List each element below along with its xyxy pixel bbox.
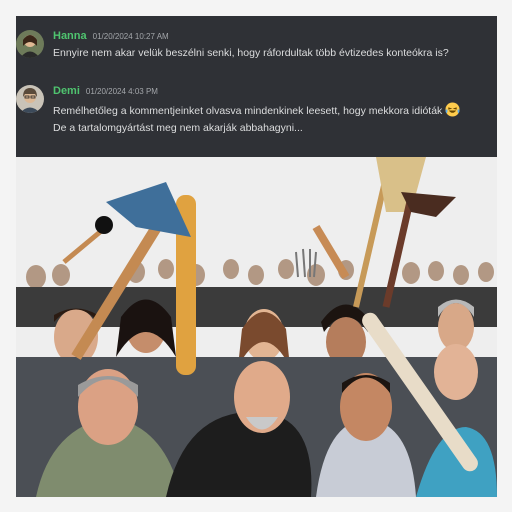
message-text: Ennyire nem akar velük beszélni senki, h… xyxy=(53,47,449,59)
chat-panel: Hanna 01/20/2024 10:27 AM Ennyire nem aka… xyxy=(16,16,497,157)
username-demi[interactable]: Demi 01/20/2024 4:03 PM xyxy=(53,85,158,97)
username-label[interactable]: Demi xyxy=(53,85,80,97)
laughing-with-tears-emoji xyxy=(445,102,460,120)
crowd-illustration xyxy=(16,157,497,497)
username-hanna[interactable]: Hanna 01/20/2024 10:27 AM xyxy=(53,30,169,42)
message-text: Remélhetőleg a kommentjeinket olvasva mi… xyxy=(53,102,460,120)
message-text: De a tartalomgyártást meg nem akarják ab… xyxy=(53,122,303,134)
avatar-demi[interactable] xyxy=(16,85,44,113)
angry-crowd-photo xyxy=(16,157,497,497)
message-timestamp: 01/20/2024 4:03 PM xyxy=(85,87,158,96)
username-label[interactable]: Hanna xyxy=(53,30,87,42)
message-timestamp: 01/20/2024 10:27 AM xyxy=(92,32,169,41)
message-text-content: Remélhetőleg a kommentjeinket olvasva mi… xyxy=(53,104,443,117)
avatar-hanna[interactable] xyxy=(16,30,44,58)
